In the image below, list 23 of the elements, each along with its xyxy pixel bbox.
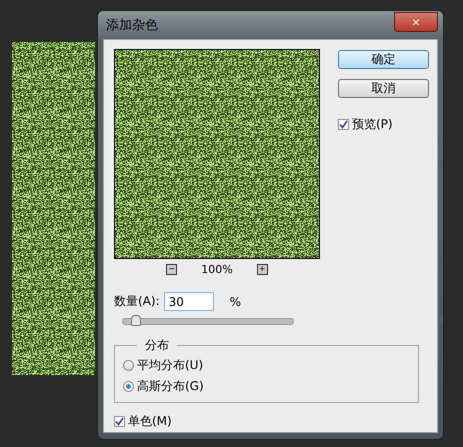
percent-unit: % (230, 294, 242, 308)
zoom-level: 100% (201, 263, 233, 276)
amount-label: 数量(A): (114, 293, 160, 310)
ok-button[interactable]: 确定 (338, 50, 429, 69)
radio-label: 平均分布(U) (137, 356, 204, 374)
close-button[interactable]: × (394, 12, 438, 32)
amount-slider[interactable] (122, 318, 294, 325)
radio-button[interactable] (123, 380, 134, 392)
window-title: 添加杂色 (105, 17, 158, 34)
slider-thumb[interactable] (130, 315, 141, 326)
zoom-in-button[interactable]: + (256, 264, 268, 275)
radio-button[interactable] (123, 360, 134, 371)
checkbox[interactable] (114, 416, 125, 428)
cancel-button[interactable]: 取消 (338, 79, 429, 98)
checkmark-icon (115, 417, 124, 426)
amount-input[interactable]: 30 (164, 292, 214, 311)
radio-label: 高斯分布(G) (137, 378, 204, 395)
preview-label: 预览(P) (352, 116, 393, 133)
monochromatic-label: 单色(M) (128, 413, 172, 430)
zoom-out-button[interactable]: − (166, 264, 178, 275)
checkbox[interactable] (338, 119, 349, 130)
checkmark-icon (339, 120, 348, 129)
group-title: 分布 (144, 336, 170, 354)
